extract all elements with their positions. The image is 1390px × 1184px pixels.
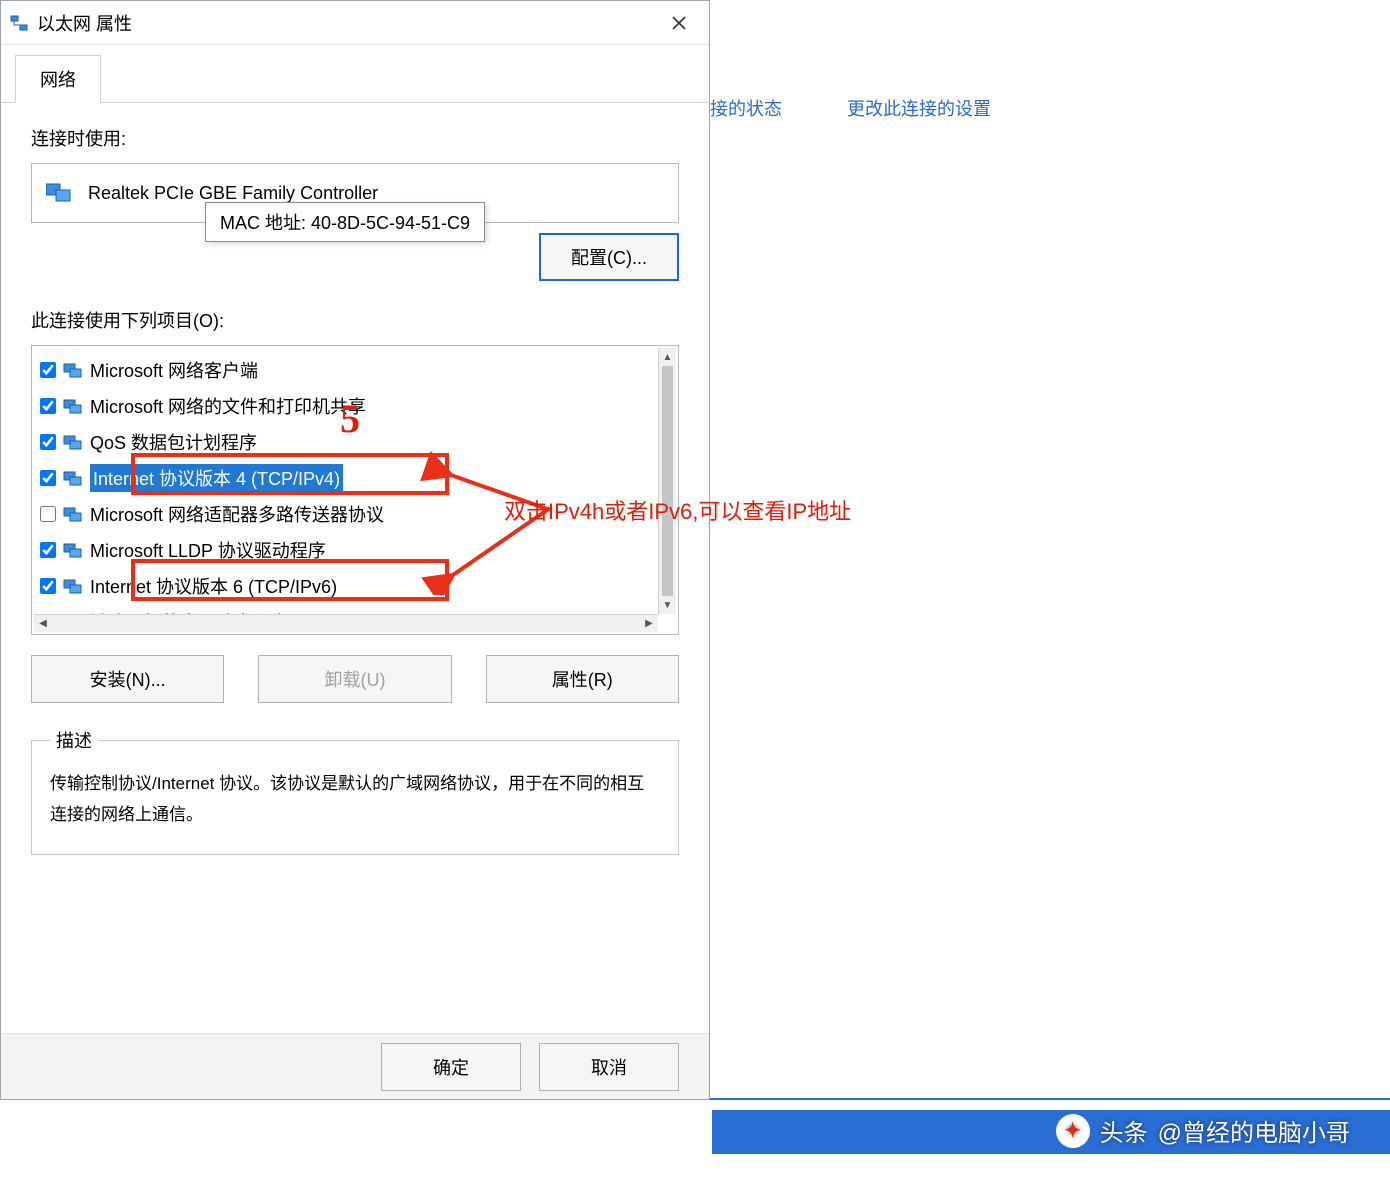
connection-items-list[interactable]: Microsoft 网络客户端 Microsoft 网络的文件和打印机共享 QoS … xyxy=(31,345,679,635)
item-label: Microsoft 网络的文件和打印机共享 xyxy=(90,393,366,419)
watermark-brand: 头条 xyxy=(1100,1113,1148,1148)
item-checkbox[interactable] xyxy=(40,470,56,486)
scroll-right-icon[interactable]: ▶ xyxy=(640,615,658,632)
protocol-icon xyxy=(62,361,84,379)
close-button[interactable] xyxy=(657,5,701,41)
dialog-title: 以太网 属性 xyxy=(37,10,657,36)
list-item[interactable]: Microsoft LLDP 协议驱动程序 xyxy=(32,532,678,568)
horizontal-scrollbar[interactable]: ◀ ▶ xyxy=(34,614,658,632)
bg-link-change[interactable]: 更改此连接的设置 xyxy=(847,99,991,119)
item-label: Microsoft LLDP 协议驱动程序 xyxy=(90,537,326,563)
cancel-button[interactable]: 取消 xyxy=(539,1043,679,1091)
protocol-icon xyxy=(62,397,84,415)
connect-using-label: 连接时使用: xyxy=(31,125,679,151)
device-name: Realtek PCIe GBE Family Controller xyxy=(88,183,378,204)
dialog-footer: 确定 取消 xyxy=(1,1033,709,1099)
list-item[interactable]: Internet 协议版本 6 (TCP/IPv6) xyxy=(32,568,678,604)
close-icon xyxy=(671,15,687,31)
protocol-icon xyxy=(62,505,84,523)
item-label: Microsoft 网络适配器多路传送器协议 xyxy=(90,501,384,527)
dialog-body: 连接时使用: Realtek PCIe GBE Family Controlle… xyxy=(1,103,709,1033)
watermark-handle: @曾经的电脑小哥 xyxy=(1158,1113,1350,1148)
uninstall-button: 卸载(U) xyxy=(258,655,451,703)
item-label: QoS 数据包计划程序 xyxy=(90,429,257,455)
annotation-number-5: 5 xyxy=(340,395,360,442)
item-label: Internet 协议版本 4 (TCP/IPv4) xyxy=(90,464,343,492)
protocol-icon xyxy=(62,541,84,559)
watermark: ✦ 头条 @曾经的电脑小哥 xyxy=(1056,1113,1350,1148)
item-checkbox[interactable] xyxy=(40,542,56,558)
item-label: Microsoft 网络客户端 xyxy=(90,357,258,383)
properties-dialog: 以太网 属性 网络 连接时使用: Realtek PCIe GBE Family… xyxy=(0,0,710,1100)
list-item[interactable]: Microsoft 网络客户端 xyxy=(32,352,678,388)
item-label: Internet 协议版本 6 (TCP/IPv6) xyxy=(90,573,337,599)
tab-network[interactable]: 网络 xyxy=(15,55,101,103)
item-checkbox[interactable] xyxy=(40,434,56,450)
monitor-icon xyxy=(46,182,74,204)
vertical-scrollbar[interactable]: ▲ ▼ xyxy=(658,348,676,614)
list-item[interactable]: Internet 协议版本 4 (TCP/IPv4) xyxy=(32,460,678,496)
scroll-down-icon[interactable]: ▼ xyxy=(659,596,676,614)
mac-tooltip: MAC 地址: 40-8D-5C-94-51-C9 xyxy=(205,202,485,242)
scroll-thumb[interactable] xyxy=(662,366,673,596)
scroll-left-icon[interactable]: ◀ xyxy=(34,615,52,632)
description-group: 描述 传输控制协议/Internet 协议。该协议是默认的广域网络协议，用于在不… xyxy=(31,727,679,855)
ok-button[interactable]: 确定 xyxy=(381,1043,521,1091)
items-label: 此连接使用下列项目(O): xyxy=(31,307,679,333)
background-toolbar: 接的状态 更改此连接的设置 xyxy=(710,95,1051,121)
bg-link-state[interactable]: 接的状态 xyxy=(710,99,782,119)
protocol-icon xyxy=(62,469,84,487)
configure-button[interactable]: 配置(C)... xyxy=(539,233,679,281)
scroll-up-icon[interactable]: ▲ xyxy=(659,348,676,366)
protocol-icon xyxy=(62,577,84,595)
properties-button[interactable]: 属性(R) xyxy=(486,655,679,703)
install-button[interactable]: 安装(N)... xyxy=(31,655,224,703)
item-checkbox[interactable] xyxy=(40,398,56,414)
annotation-text: 双击IPv4h或者IPv6,可以查看IP地址 xyxy=(504,494,851,526)
ethernet-icon xyxy=(9,13,29,33)
item-actions-row: 安装(N)... 卸载(U) 属性(R) xyxy=(31,655,679,703)
watermark-logo-icon: ✦ xyxy=(1056,1114,1090,1148)
tab-strip: 网络 xyxy=(1,45,709,103)
protocol-icon xyxy=(62,433,84,451)
item-checkbox[interactable] xyxy=(40,362,56,378)
titlebar: 以太网 属性 xyxy=(1,1,709,45)
item-checkbox[interactable] xyxy=(40,506,56,522)
description-text: 传输控制协议/Internet 协议。该协议是默认的广域网络协议，用于在不同的相… xyxy=(50,769,660,830)
description-legend: 描述 xyxy=(50,727,98,753)
item-checkbox[interactable] xyxy=(40,578,56,594)
